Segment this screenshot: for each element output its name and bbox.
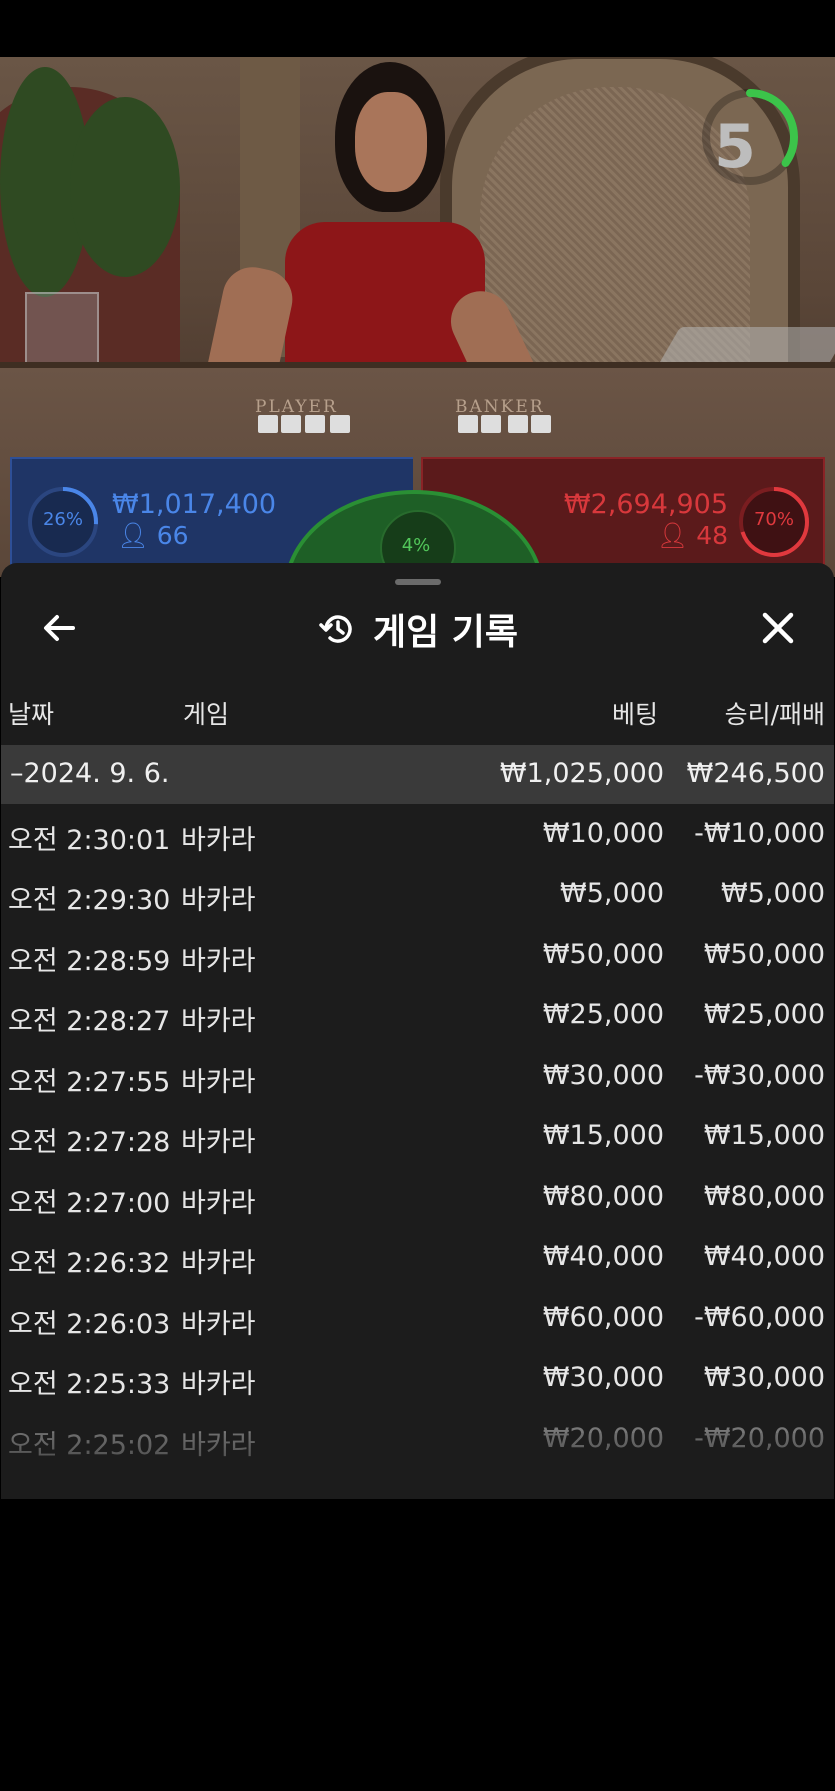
date-total-result: ₩246,500 (686, 758, 825, 789)
row-bet: ₩15,000 (542, 1120, 664, 1151)
countdown-timer: 5 (714, 112, 756, 182)
row-result: ₩25,000 (703, 999, 825, 1030)
row-result: ₩15,000 (703, 1120, 825, 1151)
banker-card (508, 415, 528, 433)
row-result: -₩30,000 (694, 1060, 825, 1091)
row-game: 바카라 (181, 825, 256, 856)
row-game: 바카라 (181, 1006, 256, 1037)
row-result: ₩5,000 (721, 878, 825, 909)
row-time: 오전 2:27:28 (8, 1127, 171, 1158)
row-game: 바카라 (181, 885, 256, 916)
close-icon[interactable] (753, 603, 803, 653)
list-fade (1, 1433, 834, 1499)
row-time: 오전 2:29:30 (8, 885, 171, 916)
row-game: 바카라 (181, 1127, 256, 1158)
row-bet: ₩30,000 (542, 1060, 664, 1091)
table-row[interactable]: 오전 2:27:55 바카라 ₩30,000 -₩30,000 (1, 1050, 834, 1110)
table-row[interactable]: 오전 2:28:59 바카라 ₩50,000 ₩50,000 (1, 929, 834, 989)
banker-bet-amount: ₩2,694,905 (563, 489, 728, 520)
row-game: 바카라 (181, 1188, 256, 1219)
banker-card (481, 415, 501, 433)
banker-card (531, 415, 551, 433)
table-row[interactable]: 오전 2:29:30 바카라 ₩5,000 ₩5,000 (1, 868, 834, 928)
row-time: 오전 2:28:59 (8, 946, 171, 977)
banker-count-value: 48 (696, 521, 728, 550)
row-bet: ₩80,000 (542, 1181, 664, 1212)
banker-percent: 70% (753, 509, 794, 530)
row-time: 오전 2:26:03 (8, 1309, 171, 1340)
player-percent: 26% (42, 509, 83, 530)
row-result: ₩50,000 (703, 939, 825, 970)
row-result: -₩10,000 (694, 818, 825, 849)
column-header-date: 날짜 (8, 700, 55, 729)
row-time: 오전 2:28:27 (8, 1006, 171, 1037)
page-title: 게임 기록 (372, 612, 518, 653)
row-game: 바카라 (181, 1067, 256, 1098)
player-card (258, 415, 278, 433)
history-clock-icon (319, 615, 352, 643)
row-bet: ₩30,000 (542, 1362, 664, 1393)
user-icon: 👤︎ (656, 521, 689, 550)
game-history-sheet: 게임 기록 날짜 게임 베팅 승리/패배 –2024. 9. 6. ₩1,025… (1, 563, 834, 1499)
player-card (281, 415, 301, 433)
player-card (305, 415, 325, 433)
banker-count: 👤︎ 48 (656, 521, 728, 551)
row-bet: ₩60,000 (542, 1302, 664, 1333)
row-bet: ₩50,000 (542, 939, 664, 970)
user-icon: 👤︎ (117, 521, 149, 550)
table-row[interactable]: 오전 2:30:01 바카라 ₩10,000 -₩10,000 (1, 808, 834, 868)
column-header-game: 게임 (183, 700, 230, 729)
row-game: 바카라 (181, 1248, 256, 1279)
row-game: 바카라 (181, 946, 256, 977)
row-result: ₩80,000 (703, 1181, 825, 1212)
player-card (330, 415, 350, 433)
row-bet: ₩25,000 (542, 999, 664, 1030)
table-row[interactable]: 오전 2:25:33 바카라 ₩30,000 ₩30,000 (1, 1352, 834, 1412)
dealer-face (355, 92, 427, 192)
row-game: 바카라 (181, 1309, 256, 1340)
table-row[interactable]: 오전 2:27:00 바카라 ₩80,000 ₩80,000 (1, 1171, 834, 1231)
sheet-header: 게임 기록 (1, 601, 834, 657)
drag-handle[interactable] (395, 579, 441, 585)
date-total-bet: ₩1,025,000 (499, 758, 664, 789)
date-group-row[interactable]: –2024. 9. 6. ₩1,025,000 ₩246,500 (1, 745, 834, 804)
row-game: 바카라 (181, 1369, 256, 1400)
row-time: 오전 2:26:32 (8, 1248, 171, 1279)
column-header-bet: 베팅 (611, 700, 658, 729)
row-bet: ₩10,000 (542, 818, 664, 849)
table-row[interactable]: 오전 2:26:03 바카라 ₩60,000 -₩60,000 (1, 1292, 834, 1352)
player-count: 👤︎ 66 (117, 521, 189, 551)
row-result: ₩40,000 (703, 1241, 825, 1272)
date-group-label: –2024. 9. 6. (10, 758, 170, 789)
row-time: 오전 2:27:00 (8, 1188, 171, 1219)
row-bet: ₩5,000 (560, 878, 664, 909)
player-table-label: PLAYER (255, 397, 338, 417)
player-count-value: 66 (156, 521, 189, 550)
plant (70, 97, 180, 277)
tie-percent: 4% (401, 535, 431, 556)
row-time: 오전 2:30:01 (8, 825, 171, 856)
row-time: 오전 2:25:33 (8, 1369, 171, 1400)
column-header-result: 승리/패배 (724, 700, 825, 729)
table-row[interactable]: 오전 2:27:28 바카라 ₩15,000 ₩15,000 (1, 1110, 834, 1170)
table-row[interactable]: 오전 2:26:32 바카라 ₩40,000 ₩40,000 (1, 1231, 834, 1291)
row-time: 오전 2:27:55 (8, 1067, 171, 1098)
banker-table-label: BANKER (455, 397, 545, 417)
row-result: ₩30,000 (703, 1362, 825, 1393)
row-bet: ₩40,000 (542, 1241, 664, 1272)
table-row[interactable]: 오전 2:28:27 바카라 ₩25,000 ₩25,000 (1, 989, 834, 1049)
row-result: -₩60,000 (694, 1302, 825, 1333)
banker-card (458, 415, 478, 433)
player-bet-amount: ₩1,017,400 (112, 489, 277, 520)
